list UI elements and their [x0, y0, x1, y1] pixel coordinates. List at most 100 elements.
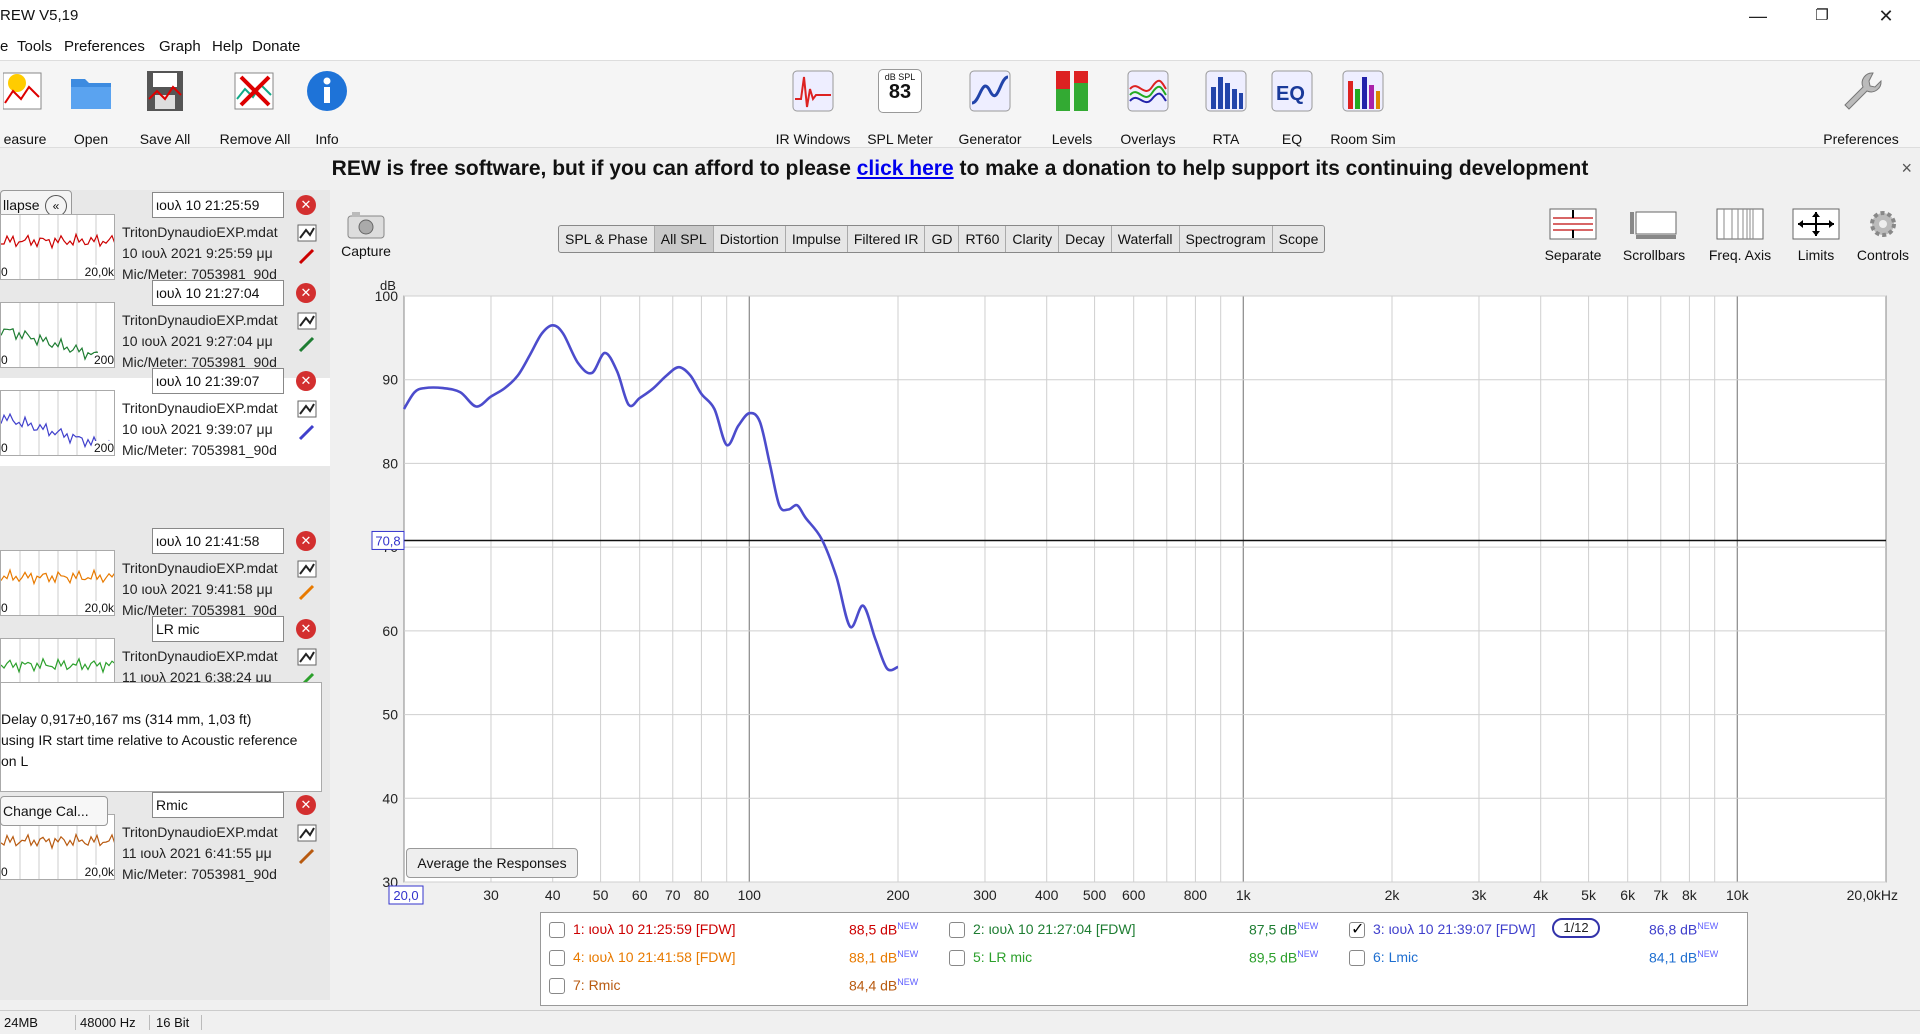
legend-value: 88,1 dBNEW: [849, 949, 919, 966]
preferences-button[interactable]: Preferences: [1816, 69, 1906, 147]
delete-measurement-icon[interactable]: ✕: [296, 619, 316, 639]
change-cal-button[interactable]: Change Cal...: [0, 796, 108, 826]
legend-checkbox[interactable]: [549, 950, 565, 967]
measurement-color-icon[interactable]: [297, 584, 317, 602]
info-button[interactable]: Info: [304, 69, 350, 147]
measurement-item[interactable]: 0 20,0k ιουλ 10 21:41:58 ✕ TritonDynaudioEXP…: [0, 528, 330, 626]
wrench-icon: [1844, 72, 1882, 110]
legend-item[interactable]: 4: ιουλ 10 21:41:58 [FDW] 88,1 dBNEW: [549, 949, 939, 967]
status-sample-rate: 48000 Hz: [76, 1015, 150, 1030]
spl-chart[interactable]: 30405060708090100dB304050607080100200300…: [360, 276, 1900, 908]
ir-windows-button[interactable]: IR Windows: [772, 69, 854, 147]
capture-button[interactable]: Capture: [340, 210, 392, 259]
legend-checkbox[interactable]: [1349, 950, 1365, 967]
measurement-edit-icon[interactable]: [297, 560, 317, 578]
measurement-color-icon[interactable]: [297, 424, 317, 442]
main-toolbar: easure Open Save All Remove All Info IR …: [0, 60, 1920, 148]
tab-distortion[interactable]: Distortion: [714, 226, 786, 252]
measurement-name-field[interactable]: ιουλ 10 21:41:58: [152, 528, 284, 554]
menu-preferences[interactable]: Preferences: [64, 38, 145, 55]
x-tick-label: 100: [738, 887, 762, 903]
measurement-color-icon[interactable]: [297, 336, 317, 354]
donate-link[interactable]: click here: [857, 157, 954, 180]
tab-decay[interactable]: Decay: [1059, 226, 1112, 252]
menu-help[interactable]: Help: [212, 38, 243, 55]
rta-button[interactable]: RTA: [1200, 69, 1252, 147]
menu-tools[interactable]: Tools: [17, 38, 52, 55]
legend-checkbox[interactable]: [549, 978, 565, 995]
legend-checkbox[interactable]: [1349, 919, 1365, 939]
delete-measurement-icon[interactable]: ✕: [296, 283, 316, 303]
measurement-thumbnail: 0 200: [0, 390, 115, 456]
banner-close-icon[interactable]: ×: [1901, 158, 1912, 179]
delete-measurement-icon[interactable]: ✕: [296, 795, 316, 815]
measure-button[interactable]: easure: [0, 69, 50, 147]
legend-checkbox[interactable]: [949, 950, 965, 967]
legend-item[interactable]: 3: ιουλ 10 21:39:07 [FDW] 86,8 dBNEW: [1349, 919, 1739, 939]
measurement-item[interactable]: 0 200 ιουλ 10 21:27:04 ✕ TritonDynaudioEXP.m…: [0, 280, 330, 378]
scrollbars-button[interactable]: Scrollbars: [1614, 208, 1694, 263]
levels-button[interactable]: Levels: [1044, 69, 1100, 147]
restore-button[interactable]: ❐: [1792, 0, 1852, 34]
controls-button[interactable]: Controls: [1852, 208, 1914, 263]
close-button[interactable]: ✕: [1856, 0, 1916, 34]
measurement-edit-icon[interactable]: [297, 312, 317, 330]
minimize-button[interactable]: —: [1728, 0, 1788, 34]
average-responses-button[interactable]: Average the Responses: [406, 848, 578, 878]
legend-label: 6: Lmic: [1373, 949, 1419, 965]
delete-measurement-icon[interactable]: ✕: [296, 371, 316, 391]
legend-item[interactable]: 5: LR mic 89,5 dBNEW: [949, 949, 1339, 967]
thumb-tick-right: 200: [93, 441, 114, 455]
menu-graph[interactable]: Graph: [159, 38, 201, 55]
freq-axis-button[interactable]: Freq. Axis: [1700, 208, 1780, 263]
measurement-edit-icon[interactable]: [297, 648, 317, 666]
measurement-notes[interactable]: Delay 0,917±0,167 ms (314 mm, 1,03 ft) u…: [0, 682, 322, 792]
save-all-button[interactable]: Save All: [134, 69, 196, 147]
tab-waterfall[interactable]: Waterfall: [1112, 226, 1180, 252]
menu-file[interactable]: e: [0, 38, 8, 55]
legend-label: 1: ιουλ 10 21:25:59 [FDW]: [573, 921, 736, 937]
delete-measurement-icon[interactable]: ✕: [296, 195, 316, 215]
tab-rt60[interactable]: RT60: [959, 226, 1007, 252]
legend-item[interactable]: 6: Lmic 84,1 dBNEW: [1349, 949, 1739, 967]
tab-impulse[interactable]: Impulse: [786, 226, 848, 252]
measurement-name-field[interactable]: ιουλ 10 21:39:07: [152, 368, 284, 394]
limits-button[interactable]: Limits: [1788, 208, 1844, 263]
measurement-item[interactable]: 0 200 ιουλ 10 21:39:07 ✕ TritonDynaudioEXP.m…: [0, 368, 330, 466]
tab-all-spl[interactable]: All SPL: [654, 226, 714, 252]
legend-item[interactable]: 1: ιουλ 10 21:25:59 [FDW] 88,5 dBNEW: [549, 921, 939, 939]
separate-button[interactable]: Separate: [1540, 208, 1606, 263]
tab-scope[interactable]: Scope: [1273, 226, 1325, 252]
tab-spl-phase[interactable]: SPL & Phase: [559, 226, 655, 252]
measurement-name-field[interactable]: LR mic: [152, 616, 284, 642]
legend-item[interactable]: 7: Rmic 84,4 dBNEW: [549, 977, 939, 995]
tab-filtered-ir[interactable]: Filtered IR: [848, 226, 926, 252]
open-button[interactable]: Open: [66, 69, 116, 147]
legend-item[interactable]: 2: ιουλ 10 21:27:04 [FDW] 87,5 dBNEW: [949, 921, 1339, 939]
eq-button[interactable]: EQ EQ: [1268, 69, 1316, 147]
overlays-button[interactable]: Overlays: [1112, 69, 1184, 147]
thumb-tick-right: 20,0k: [84, 601, 114, 615]
measurement-edit-icon[interactable]: [297, 400, 317, 418]
measurement-edit-icon[interactable]: [297, 224, 317, 242]
tab-clarity[interactable]: Clarity: [1006, 226, 1060, 252]
room-sim-button[interactable]: Room Sim: [1326, 69, 1400, 147]
spl-meter-button[interactable]: dB SPL 83 SPL Meter: [864, 69, 936, 147]
legend-checkbox[interactable]: [549, 922, 565, 939]
menu-donate[interactable]: Donate: [252, 38, 300, 55]
legend-checkbox[interactable]: [949, 922, 965, 939]
measurement-item[interactable]: 0 20,0k ιουλ 10 21:25:59 ✕ TritonDynaudioEXP…: [0, 192, 330, 290]
generator-button[interactable]: Generator: [952, 69, 1028, 147]
measurement-color-icon[interactable]: [297, 248, 317, 266]
thumb-tick-right: 20,0k: [84, 265, 114, 279]
delete-measurement-icon[interactable]: ✕: [296, 531, 316, 551]
measurement-name-field[interactable]: ιουλ 10 21:27:04: [152, 280, 284, 306]
measurement-color-icon[interactable]: [297, 848, 317, 866]
measurement-name-field[interactable]: ιουλ 10 21:25:59: [152, 192, 284, 218]
measurement-edit-icon[interactable]: [297, 824, 317, 842]
remove-all-button[interactable]: Remove All: [214, 69, 296, 147]
measurement-name-field[interactable]: Rmic: [152, 792, 284, 818]
smoothing-button[interactable]: 1/12: [1552, 918, 1600, 938]
tab-gd[interactable]: GD: [925, 226, 960, 252]
tab-spectrogram[interactable]: Spectrogram: [1180, 226, 1273, 252]
